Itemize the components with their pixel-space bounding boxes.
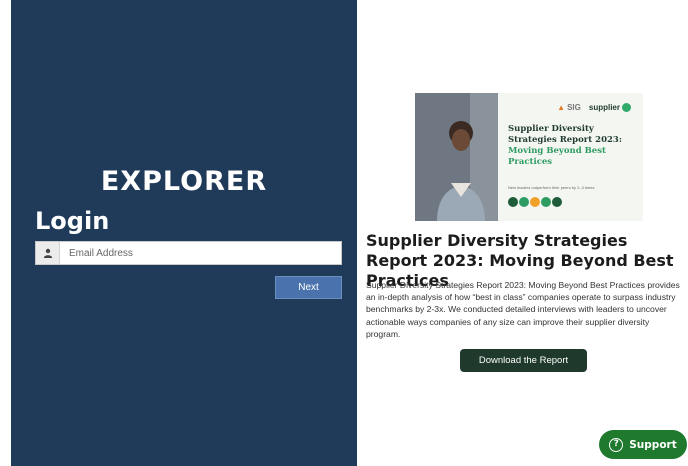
report-cover-image: ▲ SIG supplier Supplier Diversity Strate… (415, 93, 643, 221)
cover-dots (508, 197, 562, 207)
cover-dot (508, 197, 518, 207)
support-label: Support (629, 438, 677, 451)
report-description: Supplier Diversity Strategies Report 202… (366, 280, 680, 339)
person-photo (415, 93, 498, 221)
question-circle-icon: ? (609, 437, 624, 452)
download-report-button[interactable]: Download the Report (460, 349, 587, 372)
email-field-group (35, 241, 342, 265)
next-button[interactable]: Next (275, 276, 342, 299)
partner-logos: ▲ SIG supplier (557, 103, 631, 112)
brand-logo: EXPLORER (100, 166, 268, 197)
supplier-logo: supplier (589, 103, 631, 112)
email-input[interactable] (60, 242, 341, 264)
support-button[interactable]: ? Support (599, 430, 687, 459)
sig-logo: ▲ SIG (557, 103, 581, 112)
cover-title: Supplier Diversity Strategies Report 202… (508, 124, 622, 167)
login-panel: EXPLORER Login Next (11, 0, 357, 466)
cover-subtitle: New leaders outperform their peers by 2–… (508, 185, 595, 190)
login-heading: Login (35, 207, 110, 235)
cover-dot (541, 197, 551, 207)
cover-dot (530, 197, 540, 207)
user-icon (36, 242, 60, 264)
cover-dot (519, 197, 529, 207)
cover-dot (552, 197, 562, 207)
